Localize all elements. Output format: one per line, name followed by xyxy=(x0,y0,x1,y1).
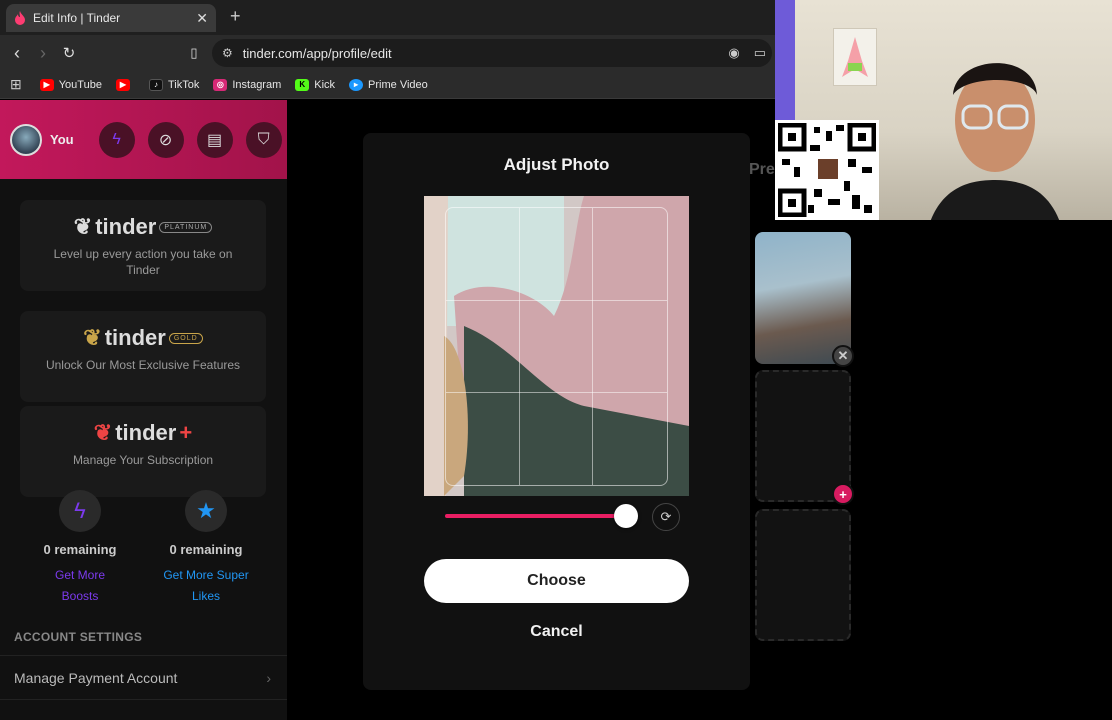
tinder-flame-icon: ❦ xyxy=(83,325,102,350)
account-settings-title: ACCOUNT SETTINGS xyxy=(14,630,143,644)
browser-tab[interactable]: Edit Info | Tinder ✕ xyxy=(6,4,216,32)
promo-description: Manage Your Subscription xyxy=(72,453,214,467)
bookmark-instagram[interactable]: ◎ Instagram xyxy=(213,78,281,91)
qr-code xyxy=(775,120,879,220)
promo-description: Unlock Our Most Exclusive Features xyxy=(45,358,241,372)
boost-icon: ϟ xyxy=(59,490,101,532)
browser-tab-bar: Edit Info | Tinder ✕ + xyxy=(0,0,775,35)
url-text: tinder.com/app/profile/edit xyxy=(242,45,392,61)
youtube-icon: ▶ xyxy=(115,78,130,91)
grid-line xyxy=(592,208,593,485)
rotate-icon[interactable]: ⟳ xyxy=(652,503,680,531)
cancel-button[interactable]: Cancel xyxy=(424,623,689,641)
reload-icon[interactable]: ↻ xyxy=(56,40,82,66)
tiktok-icon: ♪ xyxy=(148,78,163,91)
manage-payment-account-row[interactable]: Manage Payment Account › xyxy=(0,655,287,700)
photo-crop-area[interactable] xyxy=(424,196,689,496)
preview-tab-fragment[interactable]: Pre xyxy=(749,161,775,179)
site-settings-icon[interactable]: ⚙ xyxy=(222,46,233,60)
tinder-flame-icon: ❦ xyxy=(73,214,93,239)
adjust-photo-modal: Adjust Photo ⟳ Choose Cancel xyxy=(363,133,750,690)
boosts-remaining: 0 remaining xyxy=(43,542,117,557)
bookmark-youtube[interactable]: ▶ YouTube xyxy=(39,78,102,91)
instagram-icon: ◎ xyxy=(213,78,228,91)
bookmark-tiktok[interactable]: ♪ TikTok xyxy=(148,78,199,91)
bookmark-youtube-2[interactable]: ▶ xyxy=(115,78,135,91)
back-arrow-icon[interactable]: ‹ xyxy=(4,40,30,66)
grid-line xyxy=(446,300,667,301)
super-likes-remaining: 0 remaining xyxy=(169,542,243,557)
get-more-super-likes-link[interactable]: Get More Super Likes xyxy=(146,565,266,607)
promo-description: Level up every action you take on Tinder xyxy=(53,247,233,277)
new-tab-button[interactable]: + xyxy=(230,6,241,27)
zoom-slider-track[interactable] xyxy=(445,514,625,518)
crop-frame[interactable] xyxy=(445,207,668,486)
super-likes-counter: ★ 0 remaining Get More Super Likes xyxy=(146,490,266,607)
address-bar-row: ‹ › ↻ ▯ ⚙ tinder.com/app/profile/edit ◉ … xyxy=(0,35,775,71)
promo-gold[interactable]: ❦ tinder GOLD Unlock Our Most Exclusive … xyxy=(20,311,266,402)
apps-grid-icon[interactable]: ⊞ xyxy=(10,76,22,93)
tinder-gold-logo: ❦ tinder GOLD xyxy=(20,325,266,351)
add-photo-icon[interactable]: + xyxy=(832,483,854,505)
boosts-counter: ϟ 0 remaining Get More Boosts xyxy=(20,490,140,607)
close-tab-icon[interactable]: ✕ xyxy=(196,10,208,27)
chevron-right-icon: › xyxy=(266,669,271,686)
grid-line xyxy=(446,392,667,393)
person-image xyxy=(930,63,1060,220)
patrick-figure-icon xyxy=(842,37,868,77)
user-label[interactable]: You xyxy=(50,132,74,147)
forward-arrow-icon[interactable]: › xyxy=(30,40,56,66)
briefcase-icon[interactable]: ▤ xyxy=(196,121,233,158)
explore-icon[interactable]: ⊘ xyxy=(147,121,184,158)
bookmark-prime-video[interactable]: ▸ Prime Video xyxy=(349,78,428,91)
tinder-flame-icon xyxy=(15,11,25,25)
tinder-flame-icon: ❦ xyxy=(93,420,113,445)
sidebar: You ϟ ⊘ ▤ ⛉ ❦ tinder PLATINUM Level up e… xyxy=(0,100,287,720)
choose-button[interactable]: Choose xyxy=(424,559,689,603)
tinder-platinum-logo: ❦ tinder PLATINUM xyxy=(20,214,266,240)
sidebar-header: You ϟ ⊘ ▤ ⛉ xyxy=(0,100,287,179)
get-more-boosts-link[interactable]: Get More Boosts xyxy=(20,565,140,607)
profile-photo-slot[interactable] xyxy=(755,232,851,364)
tinder-plus-logo: ❦ tinder + xyxy=(93,420,193,445)
cast-icon[interactable]: ▭ xyxy=(754,45,766,61)
poster-image xyxy=(833,28,877,86)
boost-icon[interactable]: ϟ xyxy=(98,121,135,158)
bookmark-kick[interactable]: K Kick xyxy=(295,78,335,91)
avatar[interactable] xyxy=(10,123,42,156)
bookmark-icon[interactable]: ▯ xyxy=(181,40,207,66)
youtube-icon: ▶ xyxy=(39,78,54,91)
prime-video-icon: ▸ xyxy=(349,78,364,91)
zoom-slider-thumb[interactable] xyxy=(614,504,638,528)
empty-photo-slot[interactable] xyxy=(755,509,851,641)
location-icon[interactable]: ◉ xyxy=(728,45,739,61)
tab-title: Edit Info | Tinder xyxy=(33,11,121,25)
grid-line xyxy=(519,208,520,485)
kick-icon: K xyxy=(295,78,310,91)
promo-plus[interactable]: ❦ tinder + Manage Your Subscription xyxy=(20,406,266,497)
modal-title: Adjust Photo xyxy=(503,155,610,174)
star-icon: ★ xyxy=(185,490,227,532)
promo-platinum[interactable]: ❦ tinder PLATINUM Level up every action … xyxy=(20,200,266,291)
omnibox[interactable]: ⚙ tinder.com/app/profile/edit ◉ ▭ xyxy=(212,39,772,67)
remove-photo-icon[interactable]: ✕ xyxy=(832,345,854,367)
qr-code-image xyxy=(777,122,877,218)
shield-icon[interactable]: ⛉ xyxy=(245,121,282,158)
bookmarks-bar: ⊞ ▶ YouTube ▶ ♪ TikTok ◎ Instagram K Kic… xyxy=(0,71,775,99)
empty-photo-slot[interactable] xyxy=(755,370,851,502)
